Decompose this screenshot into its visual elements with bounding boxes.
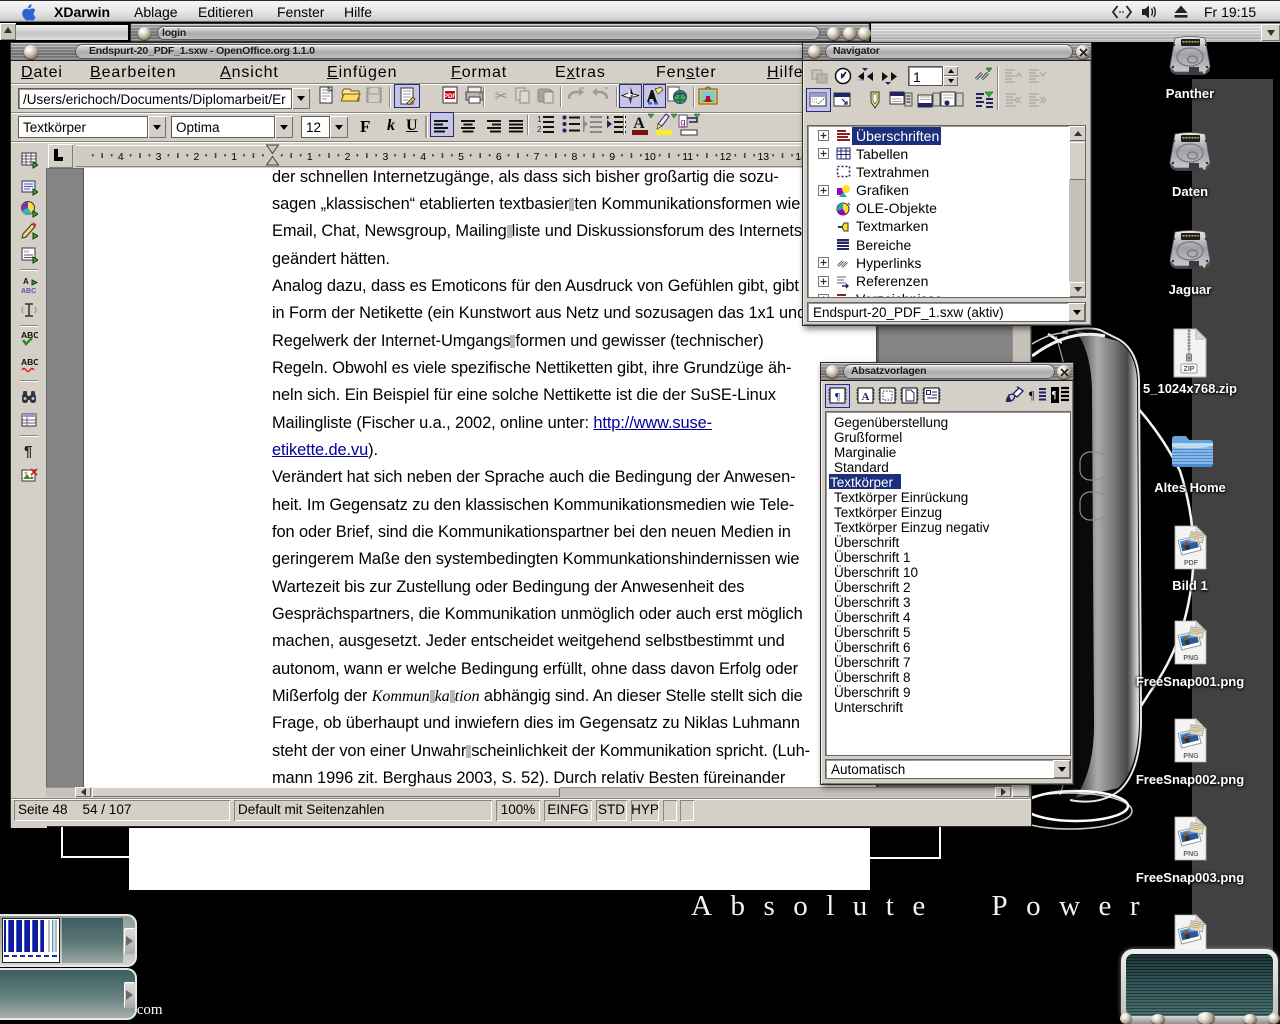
svg-text:11: 11	[682, 151, 693, 163]
svg-text:1: 1	[231, 151, 237, 163]
svg-text:7: 7	[534, 151, 540, 163]
svg-text:ABC: ABC	[21, 288, 36, 295]
svg-text:8: 8	[571, 151, 577, 163]
svg-text:5: 5	[458, 151, 464, 163]
svg-text:13: 13	[757, 151, 769, 163]
svg-text:¶: ¶	[1029, 388, 1035, 402]
svg-text:2: 2	[193, 151, 199, 163]
svg-text:A: A	[633, 115, 645, 132]
svg-text:4: 4	[420, 151, 426, 163]
svg-text:3: 3	[156, 151, 162, 163]
svg-text:A: A	[862, 391, 870, 403]
svg-text:✂: ✂	[495, 88, 508, 104]
svg-text:6: 6	[496, 151, 502, 163]
svg-text:PDF: PDF	[444, 94, 456, 100]
svg-text:3: 3	[382, 151, 388, 163]
svg-text:2: 2	[345, 151, 351, 163]
svg-text:A: A	[23, 277, 29, 286]
svg-text:g: g	[680, 117, 685, 127]
svg-text:1: 1	[307, 151, 313, 163]
svg-text:ABC: ABC	[21, 330, 38, 340]
svg-text:ABC: ABC	[21, 357, 38, 367]
svg-text:¶: ¶	[1052, 390, 1057, 401]
svg-text:10: 10	[644, 151, 656, 163]
svg-text:2: 2	[537, 125, 542, 134]
svg-text:1: 1	[537, 115, 542, 124]
svg-text:¶: ¶	[835, 391, 840, 403]
svg-text:9: 9	[609, 151, 615, 163]
svg-text:¶: ¶	[24, 443, 32, 460]
svg-text:4: 4	[118, 151, 124, 163]
svg-text:12: 12	[720, 151, 732, 163]
svg-text:ZIP: ZIP	[1184, 366, 1195, 373]
